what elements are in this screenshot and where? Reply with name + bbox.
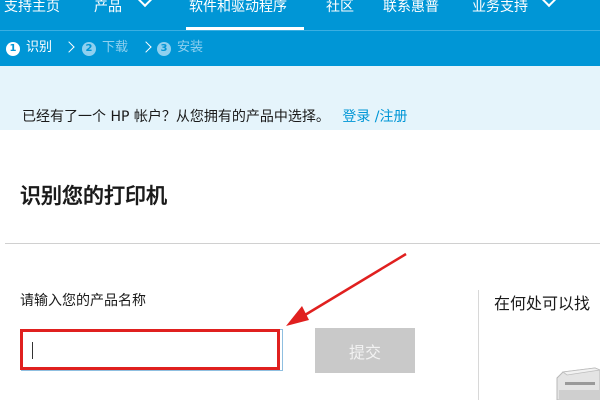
product-name-input[interactable]	[21, 329, 283, 371]
nav-item-label: 业务支持	[472, 0, 528, 15]
chevron-right-icon	[140, 41, 152, 53]
step-number: 1	[6, 42, 20, 56]
chevron-down-icon	[138, 0, 153, 8]
nav-item-label: 支持主页	[4, 0, 60, 15]
chevron-right-icon	[63, 41, 75, 53]
text-caret	[32, 342, 33, 359]
step-install: 3 安装	[157, 40, 203, 56]
register-link[interactable]: 注册	[380, 109, 408, 125]
step-label: 下载	[102, 40, 129, 55]
nav-item-label: 联系惠普	[383, 0, 439, 15]
nav-item-label: 产品	[94, 0, 122, 15]
page-title: 识别您的打印机	[20, 184, 167, 208]
nav-item-label: 社区	[326, 0, 354, 15]
nav-item-community[interactable]: 社区	[326, 0, 354, 30]
printer-image	[556, 367, 600, 400]
progress-steps: 1 识别 2 下载 3 安装	[0, 30, 600, 66]
product-name-label: 请输入您的产品名称	[20, 293, 146, 309]
signin-banner: 已经有了一个 HP 帐户？从您拥有的产品中选择。 登录 /注册	[0, 66, 600, 130]
signin-prompt: 已经有了一个 HP 帐户？从您拥有的产品中选择。 登录 /注册	[22, 106, 408, 126]
step-number: 3	[157, 42, 171, 56]
submit-button[interactable]: 提交	[315, 328, 415, 373]
step-label: 安装	[177, 40, 204, 55]
login-link[interactable]: 登录	[342, 109, 370, 125]
nav-item-products[interactable]: 产品	[94, 0, 153, 30]
divider	[5, 243, 600, 244]
step-number: 2	[82, 42, 96, 56]
where-to-find-heading: 在何处可以找	[494, 294, 591, 313]
nav-item-software-drivers[interactable]: 软件和驱动程序	[189, 0, 287, 30]
signin-text: 已经有了一个 HP 帐户？从您拥有的产品中选择。	[22, 109, 330, 125]
nav-item-label: 软件和驱动程序	[189, 0, 287, 15]
nav-item-contact-hp[interactable]: 联系惠普	[383, 0, 439, 30]
step-label: 识别	[26, 40, 53, 55]
nav-item-support-home[interactable]: 支持主页	[4, 0, 60, 30]
step-download: 2 下载	[82, 40, 128, 56]
column-divider	[478, 290, 479, 400]
top-nav: 支持主页 产品 软件和驱动程序 社区 联系惠普 业务支持	[0, 0, 600, 30]
chevron-down-icon	[542, 0, 557, 8]
nav-item-business-support[interactable]: 业务支持	[472, 0, 557, 30]
step-identify: 1 识别	[6, 40, 52, 56]
